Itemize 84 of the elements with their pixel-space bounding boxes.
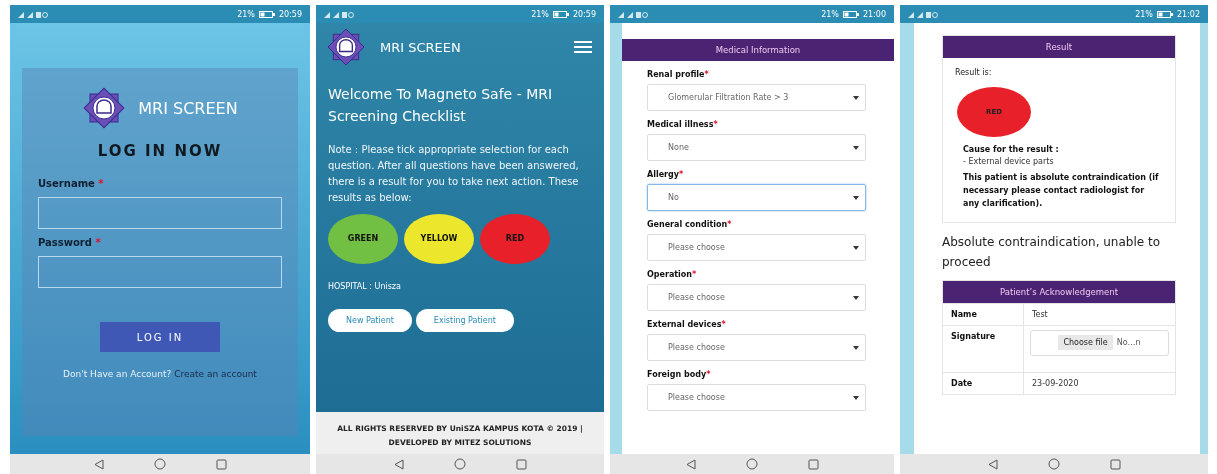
recents-icon[interactable]	[515, 458, 527, 470]
caret-icon	[853, 345, 859, 350]
caret-icon	[853, 145, 859, 150]
file-name-text: No…n	[1116, 338, 1141, 348]
field-label: External devices*	[647, 320, 727, 329]
app-title: MRI SCREEN	[138, 98, 238, 118]
verdict-text: Absolute contraindication, unable to proceed	[942, 234, 1161, 271]
input-field[interactable]	[38, 256, 282, 288]
signal-icon	[18, 10, 48, 18]
clock-time: 21:02	[1176, 9, 1200, 19]
signup-prompt: Don't Have an Account? Create an account	[62, 368, 258, 381]
dropdown-field[interactable]: Please choose	[647, 234, 866, 261]
dropdown-field[interactable]: Please choose	[647, 284, 866, 311]
back-icon[interactable]	[393, 458, 404, 470]
back-icon[interactable]	[987, 458, 998, 470]
advice-text: This patient is absolute contraindication (if necessary please contact radiologist for any clarification).	[962, 172, 1160, 210]
battery-icon	[552, 10, 569, 18]
battery-icon	[258, 10, 275, 18]
field-label: Operation*	[647, 270, 698, 279]
battery-level-text: 21%	[1135, 9, 1153, 19]
recents-icon[interactable]	[215, 458, 227, 470]
caret-icon	[853, 95, 859, 100]
field-label: General condition*	[647, 220, 733, 229]
field-label: Renal profile*	[647, 70, 710, 79]
home-icon[interactable]	[153, 458, 166, 470]
home-icon[interactable]	[453, 458, 466, 470]
patient-button[interactable]: Existing Patient	[415, 308, 514, 332]
caret-icon	[853, 195, 859, 200]
table-cell-text: 23-09-2020	[1031, 377, 1080, 390]
table-cell: Name	[943, 303, 1024, 325]
battery-level-text: 21%	[821, 9, 839, 19]
signal-icon	[618, 10, 648, 18]
recents-icon[interactable]	[807, 458, 819, 470]
caret-icon	[853, 295, 859, 300]
create-account-link[interactable]: Create an account	[174, 369, 257, 379]
signal-icon	[324, 10, 354, 18]
battery-level-text: 21%	[531, 9, 549, 19]
dropdown-field[interactable]: Please choose	[647, 384, 866, 411]
cause-item: - External device parts	[962, 156, 1055, 166]
back-icon[interactable]	[685, 458, 696, 470]
battery-icon	[1156, 10, 1173, 18]
clock-time: 21:00	[862, 9, 886, 19]
login-button[interactable]: LOG IN	[100, 322, 220, 352]
dropdown-field[interactable]: Glomerular Filtration Rate > 3	[647, 84, 866, 111]
result-level-badge: GREEN	[328, 213, 398, 264]
welcome-heading: Welcome To Magneto Safe - MRI Screening Checklist	[327, 85, 554, 127]
field-label: Medical illness*	[647, 120, 719, 129]
clock-time: 20:59	[572, 9, 596, 19]
cause-title: Cause for the result :	[962, 145, 1060, 154]
dropdown-field[interactable]: No	[647, 184, 866, 211]
choose-file-button[interactable]: Choose file	[1058, 335, 1113, 351]
hospital-text: HOSPITAL : Unisza	[327, 280, 402, 291]
recents-icon[interactable]	[1109, 458, 1121, 470]
battery-icon	[842, 10, 859, 18]
menu-icon[interactable]	[574, 41, 592, 53]
result-label: Result is:	[955, 68, 993, 77]
app-title: MRI SCREEN	[380, 39, 462, 55]
dropdown-field[interactable]: None	[647, 134, 866, 161]
note-text: Note : Please tick appropriate selection for each question. After all questions have been answered, there is a result for you to take next action. These results as below:	[327, 142, 580, 205]
field-label: Foreign body*	[647, 370, 712, 379]
dropdown-field[interactable]: Please choose	[647, 334, 866, 361]
table-cell: Signature	[943, 325, 1024, 372]
caret-icon	[853, 245, 859, 250]
back-icon[interactable]	[93, 458, 104, 470]
result-level-badge: RED	[480, 213, 550, 264]
table-cell: Date	[943, 372, 1024, 394]
input-field[interactable]	[38, 197, 282, 229]
clock-time: 20:59	[278, 9, 302, 19]
home-icon[interactable]	[1047, 458, 1060, 470]
file-input-field[interactable]: Choose file No…n	[1030, 329, 1169, 356]
caret-icon	[853, 395, 859, 400]
section-header: Result	[943, 36, 1175, 58]
battery-level-text: 21%	[237, 9, 255, 19]
section-header: Patient’s Acknowledgement	[943, 280, 1175, 303]
table-cell-text: Test	[1031, 308, 1049, 321]
home-icon[interactable]	[745, 458, 758, 470]
result-level-badge: YELLOW	[404, 213, 474, 264]
field-label: Username *	[38, 178, 105, 189]
signal-icon	[908, 10, 938, 18]
field-label: Password *	[38, 237, 102, 248]
field-label: Allergy*	[647, 170, 685, 179]
section-header: Medical Information	[622, 39, 894, 61]
login-heading: LOG IN NOW	[96, 142, 224, 160]
patient-button[interactable]: New Patient	[328, 308, 412, 332]
